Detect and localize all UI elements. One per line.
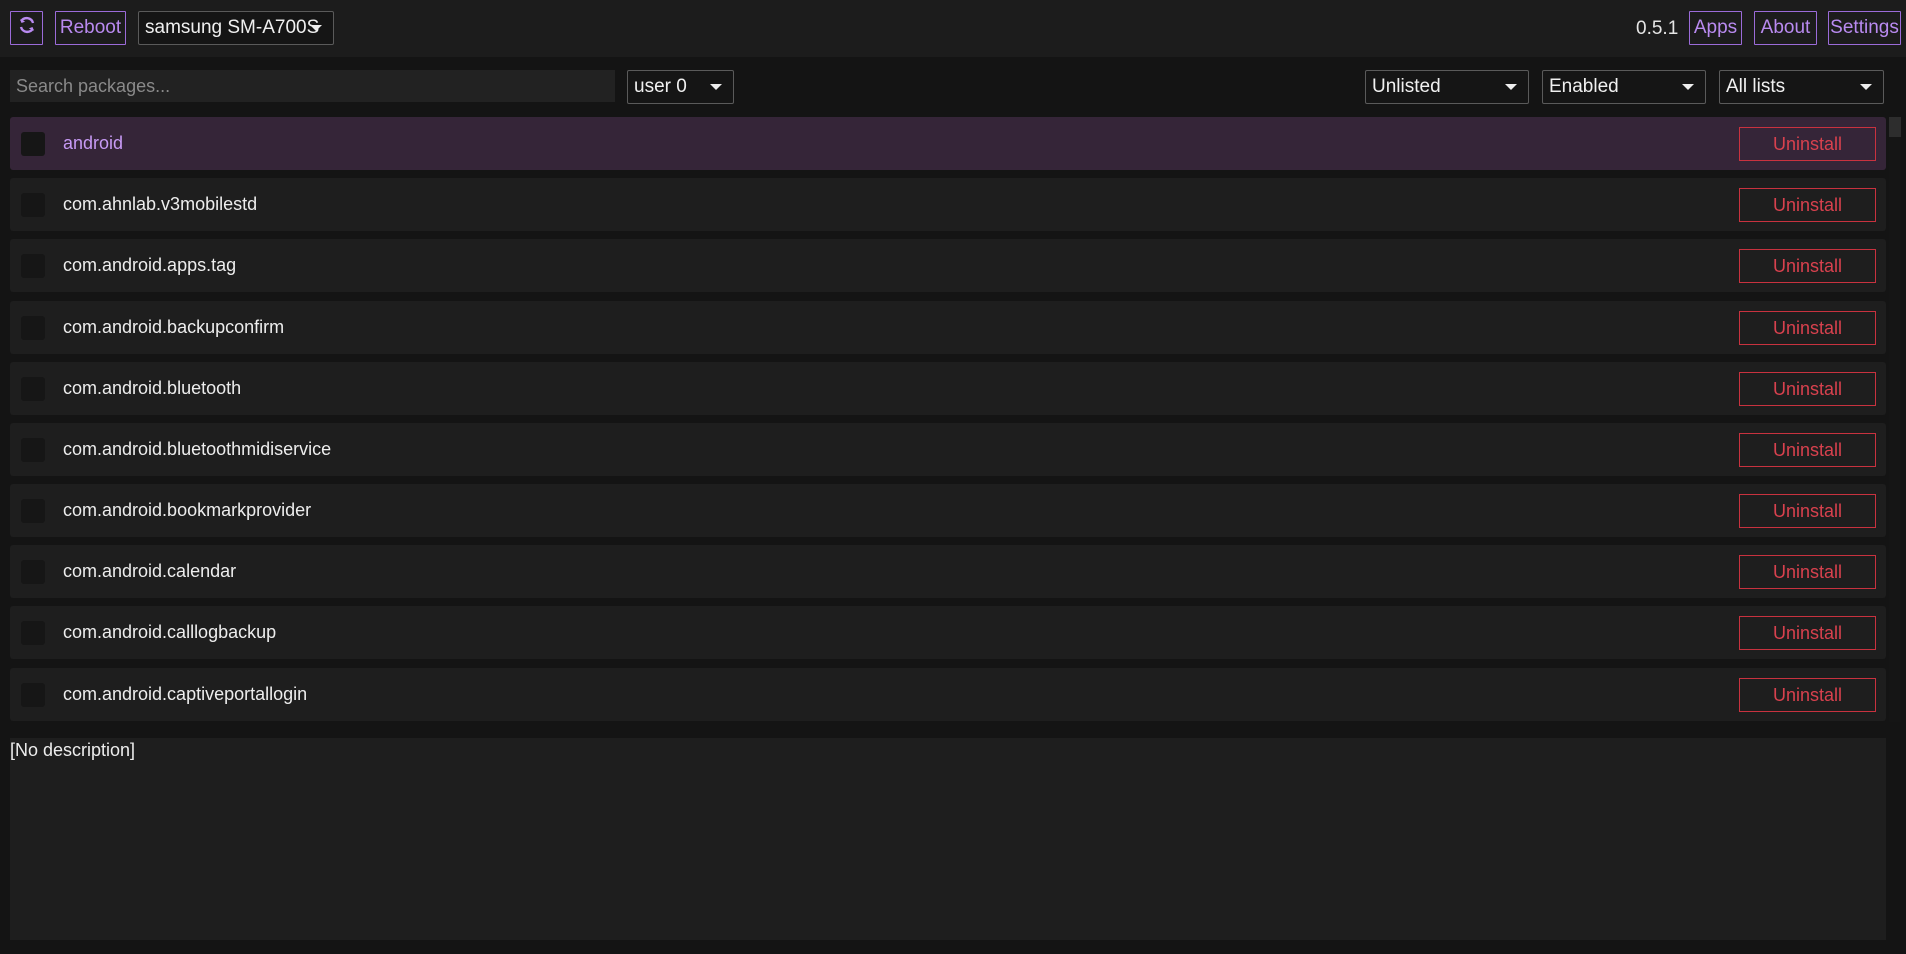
chevron-down-icon	[710, 84, 722, 90]
list-item[interactable]: com.android.backupconfirm Uninstall	[10, 301, 1886, 354]
uninstall-button[interactable]: Uninstall	[1739, 678, 1876, 712]
uninstall-button[interactable]: Uninstall	[1739, 494, 1876, 528]
package-checkbox[interactable]	[21, 499, 45, 523]
package-checkbox[interactable]	[21, 132, 45, 156]
uninstall-button[interactable]: Uninstall	[1739, 616, 1876, 650]
filter-bar: user 0 Unlisted Enabled All lists	[0, 57, 1906, 115]
device-select-value: samsung SM-A700S	[145, 17, 320, 38]
settings-button[interactable]: Settings	[1828, 11, 1901, 45]
uninstall-button[interactable]: Uninstall	[1739, 311, 1876, 345]
package-list-scrollbar[interactable]	[1889, 117, 1901, 722]
uninstall-button[interactable]: Uninstall	[1739, 433, 1876, 467]
user-select-value: user 0	[634, 76, 687, 97]
description-text: [No description]	[10, 740, 136, 760]
apps-button[interactable]: Apps	[1689, 11, 1742, 45]
package-name: com.android.bluetoothmidiservice	[63, 439, 332, 459]
version-label: 0.5.1	[1636, 18, 1679, 39]
package-checkbox[interactable]	[21, 683, 45, 707]
scrollbar-thumb[interactable]	[1889, 117, 1901, 137]
list-item[interactable]: com.android.captiveportallogin Uninstall	[10, 668, 1886, 721]
about-button[interactable]: About	[1754, 11, 1817, 45]
package-name: com.android.calllogbackup	[63, 622, 277, 642]
package-name: com.android.captiveportallogin	[63, 684, 308, 704]
lists-select-value: All lists	[1726, 76, 1786, 97]
list-item[interactable]: com.android.bookmarkprovider Uninstall	[10, 484, 1886, 537]
list-item[interactable]: com.android.calllogbackup Uninstall	[10, 606, 1886, 659]
list-item[interactable]: com.android.bluetooth Uninstall	[10, 362, 1886, 415]
list-item[interactable]: com.ahnlab.v3mobilestd Uninstall	[10, 178, 1886, 231]
uninstall-button[interactable]: Uninstall	[1739, 249, 1876, 283]
package-name: com.android.backupconfirm	[63, 317, 285, 337]
package-checkbox[interactable]	[21, 621, 45, 645]
top-toolbar: Reboot samsung SM-A700S 0.5.1 Apps About…	[0, 0, 1906, 57]
user-select[interactable]: user 0	[627, 70, 734, 104]
package-name: com.android.calendar	[63, 561, 237, 581]
enabled-state-value: Enabled	[1549, 76, 1619, 97]
chevron-down-icon	[1505, 84, 1517, 90]
search-input[interactable]	[10, 70, 615, 102]
package-name: android	[63, 133, 124, 153]
package-name: com.ahnlab.v3mobilestd	[63, 194, 258, 214]
package-checkbox[interactable]	[21, 254, 45, 278]
list-item[interactable]: com.android.bluetoothmidiservice Uninsta…	[10, 423, 1886, 476]
list-state-value: Unlisted	[1372, 76, 1441, 97]
refresh-icon	[17, 15, 37, 41]
reboot-button[interactable]: Reboot	[55, 11, 126, 45]
package-name: com.android.bluetooth	[63, 378, 242, 398]
uninstall-button[interactable]: Uninstall	[1739, 188, 1876, 222]
list-item[interactable]: com.android.calendar Uninstall	[10, 545, 1886, 598]
package-checkbox[interactable]	[21, 438, 45, 462]
list-item[interactable]: android Uninstall	[10, 117, 1886, 170]
uninstall-button[interactable]: Uninstall	[1739, 372, 1876, 406]
list-state-select[interactable]: Unlisted	[1365, 70, 1529, 104]
package-name: com.android.bookmarkprovider	[63, 500, 312, 520]
package-checkbox[interactable]	[21, 193, 45, 217]
package-checkbox[interactable]	[21, 377, 45, 401]
refresh-button[interactable]	[10, 11, 43, 45]
chevron-down-icon	[1682, 84, 1694, 90]
package-name: com.android.apps.tag	[63, 255, 237, 275]
list-item[interactable]: com.android.apps.tag Uninstall	[10, 239, 1886, 292]
uninstall-button[interactable]: Uninstall	[1739, 555, 1876, 589]
uninstall-button[interactable]: Uninstall	[1739, 127, 1876, 161]
device-select[interactable]: samsung SM-A700S	[138, 11, 334, 45]
enabled-state-select[interactable]: Enabled	[1542, 70, 1706, 104]
package-checkbox[interactable]	[21, 560, 45, 584]
description-panel: [No description]	[10, 738, 1886, 940]
chevron-down-icon	[1860, 84, 1872, 90]
lists-select[interactable]: All lists	[1719, 70, 1884, 104]
chevron-down-icon	[310, 25, 322, 31]
package-checkbox[interactable]	[21, 316, 45, 340]
